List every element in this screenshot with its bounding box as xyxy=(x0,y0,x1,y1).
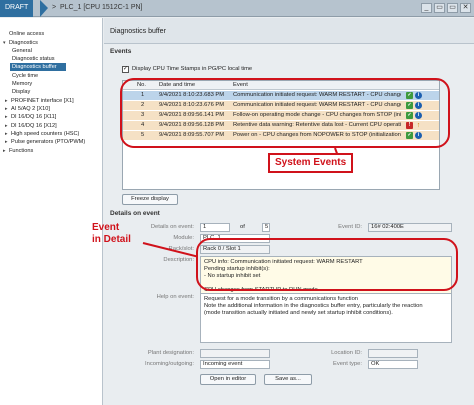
plant-designation-field xyxy=(200,349,270,358)
details-heading: Details on event xyxy=(110,210,160,217)
description-label: Description: xyxy=(163,257,194,263)
plant-designation-label: Plant designation: xyxy=(147,350,194,356)
tree-item-display[interactable]: Display xyxy=(0,88,30,96)
tree-item-label: Diagnostics buffer xyxy=(12,64,57,70)
breadcrumb-separator: > xyxy=(52,4,57,11)
tree-item-functions[interactable]: ▸ Functions xyxy=(0,147,33,155)
tree-item-label: Online access xyxy=(9,31,45,37)
tree-item-label: Memory xyxy=(12,81,33,87)
tree-item-label: Pulse generators (PTO/PWM) xyxy=(11,139,86,145)
maximize-icon[interactable]: ▭ xyxy=(447,3,458,13)
save-as-button[interactable]: Save as... xyxy=(264,374,312,385)
tree-item-label: Diagnostic status xyxy=(12,56,55,62)
help-on-event-label: Help on event: xyxy=(156,294,194,300)
help-line: Request for a mode transition by a commu… xyxy=(204,296,359,302)
pane-header: Diagnostics buffer xyxy=(104,18,474,44)
event-detail-callout-line: Event xyxy=(92,222,120,233)
of-label: of xyxy=(240,224,245,230)
tree-item-label: Cycle time xyxy=(12,73,39,79)
tree-item-online-access[interactable]: Online access xyxy=(0,30,44,38)
event-type-field: OK xyxy=(368,360,418,369)
location-id-field xyxy=(368,349,418,358)
close-icon[interactable]: ✕ xyxy=(460,3,471,13)
tree-item-label: AI 5/AQ 2 [X10] xyxy=(11,106,50,112)
event-number-field[interactable]: 1 xyxy=(200,223,230,232)
title-bar: DRAFT > PLC_1 [CPU 1512C-1 PN] _ ▭ ▭ ✕ xyxy=(0,0,474,17)
tree-item-ai[interactable]: ▸ AI 5/AQ 2 [X10] xyxy=(0,105,50,113)
breadcrumb-plc[interactable]: PLC_1 [CPU 1512C-1 PN] xyxy=(60,4,142,11)
draft-badge: DRAFT xyxy=(0,0,34,17)
event-type-label: Event type: xyxy=(332,361,362,367)
help-textarea[interactable]: Request for a mode transition by a commu… xyxy=(200,293,452,343)
diagnostics-buffer-pane: Diagnostics buffer Events ✓ Display CPU … xyxy=(104,18,474,405)
tree-item-label: Diagnostics xyxy=(9,40,38,46)
system-events-highlight xyxy=(120,78,450,148)
pane-title: Diagnostics buffer xyxy=(110,28,166,35)
tree-item-label: Functions xyxy=(9,148,34,154)
local-time-checkbox[interactable]: ✓ xyxy=(122,66,129,73)
event-detail-callout: Event in Detail xyxy=(92,222,131,246)
event-id-label: Event ID: xyxy=(338,224,362,230)
incoming-outgoing-field: Incoming event xyxy=(200,360,270,369)
restore-icon[interactable]: ▭ xyxy=(434,3,445,13)
tree-item-label: DI 16/DQ 16 [X12] xyxy=(11,123,57,129)
tree-item-diagnostic-status[interactable]: Diagnostic status xyxy=(0,55,55,63)
tree-item-di-x12[interactable]: ▸ DI 16/DQ 16 [X12] xyxy=(0,122,57,130)
system-events-callout: System Events xyxy=(268,153,354,173)
open-in-editor-button[interactable]: Open in editor xyxy=(200,374,256,385)
event-total-field: 5 xyxy=(262,223,270,232)
tree-item-label: DI 16/DQ 16 [X11] xyxy=(11,114,57,120)
window-buttons: _ ▭ ▭ ✕ xyxy=(421,3,471,13)
event-id-field: 16# 02:400E xyxy=(368,223,452,232)
navigation-tree: Online access ▾ Diagnostics General Diagn… xyxy=(0,18,103,405)
events-heading: Events xyxy=(110,48,132,55)
event-detail-callout-line: in Detail xyxy=(92,234,131,245)
event-detail-highlight xyxy=(196,238,458,291)
tree-item-general[interactable]: General xyxy=(0,47,32,55)
tree-item-label: General xyxy=(12,48,32,54)
tree-item-cycle-time[interactable]: Cycle time xyxy=(0,72,38,80)
tree-item-di-x11[interactable]: ▸ DI 16/DQ 16 [X11] xyxy=(0,113,56,121)
tree-item-label: High speed counters (HSC) xyxy=(11,131,80,137)
tree-item-hsc[interactable]: ▸ High speed counters (HSC) xyxy=(0,130,79,138)
tree-item-label: Display xyxy=(12,89,31,95)
freeze-display-button[interactable]: Freeze display xyxy=(122,194,178,205)
tree-item-diagnostics[interactable]: ▾ Diagnostics xyxy=(0,39,38,47)
tree-item-profinet[interactable]: ▸ PROFINET interface [X1] xyxy=(0,97,74,105)
incoming-outgoing-label: Incoming/outgoing: xyxy=(145,361,194,367)
breadcrumb-arrow xyxy=(40,0,48,17)
local-time-checkbox-label: Display CPU Time Stamps in PG/PC local t… xyxy=(132,66,253,72)
tree-item-label: PROFINET interface [X1] xyxy=(11,98,74,104)
tree-item-memory[interactable]: Memory xyxy=(0,80,32,88)
help-line: Note the additional information in the d… xyxy=(204,303,423,309)
location-id-label: Location ID: xyxy=(331,350,362,356)
tree-item-pulse[interactable]: ▸ Pulse generators (PTO/PWM) xyxy=(0,138,85,146)
tree-item-diagnostics-buffer[interactable]: Diagnostics buffer xyxy=(10,63,66,71)
minimize-icon[interactable]: _ xyxy=(421,3,432,13)
help-line: (mode transition actually initiated and … xyxy=(204,310,393,316)
